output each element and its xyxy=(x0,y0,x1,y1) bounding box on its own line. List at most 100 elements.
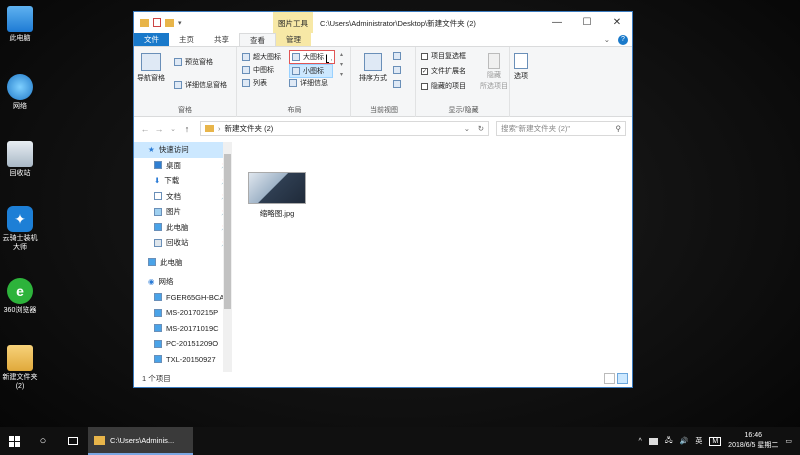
hidden-items-toggle[interactable]: 隐藏的项目 xyxy=(421,81,466,91)
tab-view[interactable]: 查看 xyxy=(239,33,276,46)
ime-indicator[interactable]: M xyxy=(709,436,722,446)
desktop-icon-label: 此电脑 xyxy=(9,35,31,42)
nav-item-desktop[interactable]: 桌面 📌 xyxy=(134,158,232,174)
nav-network-item[interactable]: TXL-20150927 xyxy=(134,352,232,368)
tab-share[interactable]: 共享 xyxy=(204,33,239,46)
notifications-icon[interactable]: ▭ xyxy=(785,437,792,445)
tab-file[interactable]: 文件 xyxy=(134,33,169,46)
file-name[interactable]: 缩略图.jpg xyxy=(248,208,306,219)
details-view-icon[interactable] xyxy=(604,373,615,384)
maximize-button[interactable]: ☐ xyxy=(572,12,602,33)
language-indicator[interactable]: 英 xyxy=(695,436,702,446)
start-button[interactable] xyxy=(0,427,28,455)
nav-this-pc[interactable]: 此电脑 xyxy=(134,255,232,271)
tab-manage[interactable]: 管理 xyxy=(276,33,311,46)
desktop-icon-yunqishi[interactable]: ✦ 云骑士装机大师 xyxy=(0,206,40,252)
nav-item-downloads[interactable]: ⬇ 下载 📌 xyxy=(134,173,232,189)
desktop-icon-computer[interactable]: 此电脑 xyxy=(0,6,40,43)
preview-pane-button[interactable]: 预览窗格 xyxy=(174,57,213,67)
tab-home[interactable]: 主页 xyxy=(169,33,204,46)
properties-icon[interactable] xyxy=(153,18,161,27)
nav-scrollbar[interactable] xyxy=(223,142,232,372)
nav-label: 快速访问 xyxy=(158,145,189,155)
desktop-icon-network[interactable]: 网络 xyxy=(0,74,40,111)
layout-list[interactable]: 列表 xyxy=(242,78,267,88)
chevron-down-icon[interactable]: ⌄ xyxy=(604,35,610,44)
file-thumbnail[interactable] xyxy=(248,172,306,204)
search-button[interactable]: ○ xyxy=(28,427,58,455)
desktop-icon-folder[interactable]: 新建文件夹 (2) xyxy=(0,345,40,391)
hide-selected-button[interactable]: 隐藏 所选项目 xyxy=(480,53,508,91)
item-checkboxes-toggle[interactable]: 项目复选框 xyxy=(421,51,466,61)
windows-logo-icon xyxy=(8,435,20,447)
checkbox-checked[interactable]: ✓ xyxy=(421,67,428,75)
layout-extra-large[interactable]: 超大图标 xyxy=(242,52,281,62)
nav-network[interactable]: ◉ 网络 xyxy=(134,274,232,290)
large-icons-icon xyxy=(292,53,300,61)
circle-icon: ○ xyxy=(39,435,47,447)
search-placeholder: 搜索"新建文件夹 (2)" xyxy=(501,124,571,133)
taskbar-explorer-app[interactable]: C:\Users\Adminis... xyxy=(88,427,193,455)
sort-by-button[interactable]: 排序方式 xyxy=(359,53,387,83)
tray-app-icon[interactable] xyxy=(648,437,658,445)
chevron-down-icon[interactable]: ⌄ xyxy=(464,124,470,133)
size-columns-button[interactable] xyxy=(393,80,401,88)
options-button[interactable]: 选项 xyxy=(514,53,528,81)
nav-network-item[interactable]: PC-20151209O xyxy=(134,336,232,352)
nav-network-item[interactable]: MS-20171019C xyxy=(134,321,232,337)
layout-small[interactable]: 小图标 xyxy=(289,64,333,78)
network-status-icon[interactable]: 🖧 xyxy=(665,436,673,447)
clock[interactable]: 16:46 2018/6/5 星期二 xyxy=(728,431,778,451)
nav-label: 此电脑 xyxy=(166,222,189,232)
desktop-icon-label: 网络 xyxy=(13,103,27,110)
desktop-icon-recycle[interactable]: 回收站 xyxy=(0,141,40,178)
layout-details[interactable]: 详细信息 xyxy=(289,78,328,88)
task-view-button[interactable] xyxy=(58,427,88,455)
help-icon[interactable]: ? xyxy=(618,34,628,45)
minimize-button[interactable]: — xyxy=(542,12,572,33)
options-label: 选项 xyxy=(514,73,528,80)
forward-button[interactable]: → xyxy=(152,124,166,134)
address-bar[interactable]: › 新建文件夹 (2) ⌄ ↻ xyxy=(200,121,489,136)
file-extensions-toggle[interactable]: ✓ 文件扩展名 xyxy=(421,66,466,76)
layout-scroll[interactable]: ▴ ▾ ▾ xyxy=(340,51,343,78)
nav-network-item[interactable]: FGER65GH-BCA xyxy=(134,290,232,306)
checkbox[interactable] xyxy=(421,82,428,90)
sort-label: 排序方式 xyxy=(359,75,387,82)
add-columns-button[interactable] xyxy=(393,66,401,74)
nav-quick-access[interactable]: ★ 快速访问 xyxy=(134,142,232,158)
scrollbar-thumb[interactable] xyxy=(224,154,231,309)
desktop-icon xyxy=(154,161,162,170)
checkbox[interactable] xyxy=(421,52,428,60)
back-button[interactable]: ← xyxy=(138,124,152,134)
nav-item-pictures[interactable]: 图片 📌 xyxy=(134,204,232,220)
new-folder-icon[interactable] xyxy=(165,18,174,27)
large-icons-view-icon[interactable] xyxy=(617,373,628,384)
refresh-icon[interactable]: ↻ xyxy=(478,124,484,133)
desktop-icon-label: 新建文件夹 (2) xyxy=(2,374,38,390)
search-input[interactable]: 搜索"新建文件夹 (2)" ⚲ xyxy=(496,121,626,136)
layout-medium[interactable]: 中图标 xyxy=(242,65,274,75)
close-button[interactable]: ✕ xyxy=(602,12,632,33)
nav-pane-button[interactable]: 导航窗格 xyxy=(137,53,165,83)
nav-network-item[interactable]: MS-20170215P xyxy=(134,305,232,321)
chevron-down-icon[interactable]: ▾ xyxy=(178,19,182,27)
layout-label: 详细信息 xyxy=(300,80,328,87)
chevron-up-icon[interactable]: ^ xyxy=(639,438,642,445)
breadcrumb[interactable]: 新建文件夹 (2) xyxy=(225,123,274,134)
address-bar-row: ← → ⌄ ↑ › 新建文件夹 (2) ⌄ ↻ 搜索"新建文件夹 (2)" ⚲ xyxy=(134,117,632,140)
up-button[interactable]: ↑ xyxy=(180,124,194,134)
details-pane-button[interactable]: 详细信息窗格 xyxy=(174,80,227,90)
group-by-button[interactable] xyxy=(393,52,401,60)
nav-item-this-pc-pinned[interactable]: 此电脑 📌 xyxy=(134,220,232,236)
nav-item-documents[interactable]: 文档 📌 xyxy=(134,189,232,205)
group-label: 布局 xyxy=(287,107,302,114)
recent-locations-button[interactable]: ⌄ xyxy=(166,125,180,133)
title-bar: ▾ 图片工具 C:\Users\Administrator\Desktop\新建… xyxy=(134,12,632,45)
layout-large[interactable]: 大图标 xyxy=(289,50,335,64)
nav-item-recycle-bin[interactable]: 回收站 📌 xyxy=(134,235,232,251)
star-icon: ★ xyxy=(148,145,155,155)
volume-icon[interactable]: 🔊 xyxy=(680,437,689,445)
desktop-icon-360[interactable]: e 360浏览器 xyxy=(0,278,40,315)
computer-icon xyxy=(154,223,162,232)
